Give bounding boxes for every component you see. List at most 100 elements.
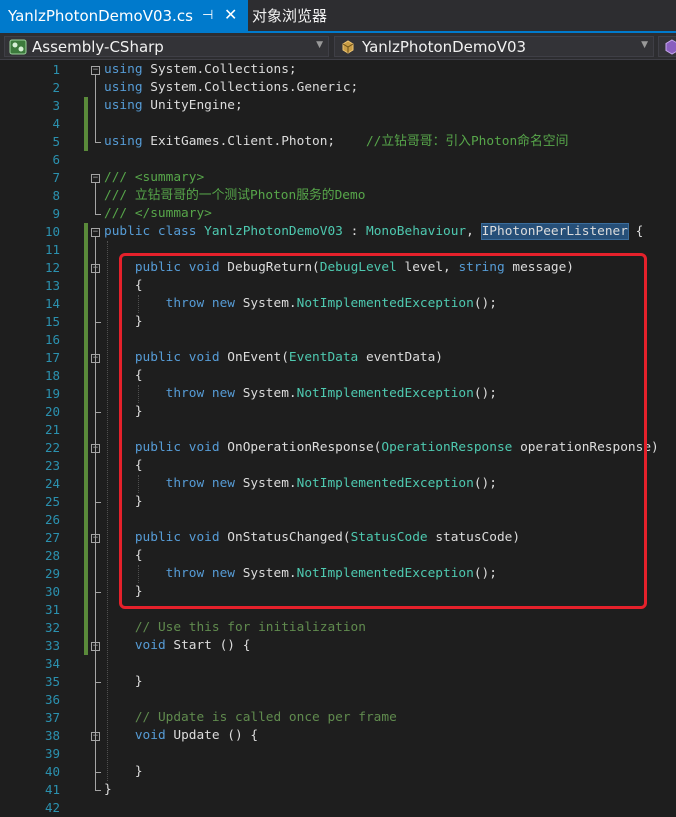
code-line[interactable]: 39: [0, 745, 676, 763]
code-line[interactable]: 38 void Update () {: [0, 727, 676, 745]
code-line[interactable]: 37 // Update is called once per frame: [0, 709, 676, 727]
tab-object-browser[interactable]: 对象浏览器: [252, 0, 327, 31]
code-line[interactable]: 8 /// 立钻哥哥的一个测试Photon服务的Demo: [0, 187, 676, 205]
code-text[interactable]: void Start () {: [104, 637, 251, 655]
line-number: 8: [52, 188, 60, 203]
code-text[interactable]: using UnityEngine;: [104, 97, 243, 115]
code-token: UnityEngine;: [142, 98, 243, 113]
line-number: 25: [44, 494, 60, 509]
code-line[interactable]: 10 public class YanlzPhotonDemoV03 : Mono…: [0, 223, 676, 241]
code-line[interactable]: 34: [0, 655, 676, 673]
code-token: using: [104, 80, 143, 95]
code-line[interactable]: 36: [0, 691, 676, 709]
code-line[interactable]: 1 using System.Collections;: [0, 61, 676, 79]
line-number: 21: [44, 422, 60, 437]
line-number: 32: [44, 620, 60, 635]
code-text[interactable]: }: [104, 763, 143, 781]
outline-bracket: [95, 363, 96, 412]
code-text[interactable]: void Update () {: [104, 727, 258, 745]
code-editor[interactable]: 1 using System.Collections; 2 using System.…: [0, 60, 676, 815]
collapse-toggle-icon[interactable]: −: [91, 66, 100, 75]
change-indicator: [84, 241, 88, 259]
tab-yanlzphotondemov03-cs[interactable]: YanlzPhotonDemoV03.cs ⊣ ✕: [0, 0, 248, 31]
code-token: // Use this for initialization: [134, 620, 366, 635]
code-line[interactable]: 7 /// <summary>: [0, 169, 676, 187]
code-line[interactable]: 2 using System.Collections.Generic;: [0, 79, 676, 97]
code-token: }: [104, 782, 112, 797]
code-text[interactable]: /// 立钻哥哥的一个测试Photon服务的Demo: [104, 187, 365, 205]
code-text[interactable]: using System.Collections;: [104, 61, 297, 79]
collapse-toggle-icon[interactable]: −: [91, 174, 100, 183]
code-line[interactable]: 40 }: [0, 763, 676, 781]
indent-guide: [107, 241, 108, 781]
line-number: 10: [44, 224, 60, 239]
outline-bracket-end: [95, 322, 101, 323]
outline-bracket-end: [95, 502, 101, 503]
code-line[interactable]: 4: [0, 115, 676, 133]
line-number: 7: [52, 170, 60, 185]
code-token: void: [134, 728, 166, 743]
change-indicator: [84, 637, 88, 655]
code-line[interactable]: 6: [0, 151, 676, 169]
code-text[interactable]: using ExitGames.Client.Photon; //立钻哥哥：引入…: [104, 133, 568, 151]
code-text[interactable]: /// </summary>: [104, 205, 212, 223]
code-text[interactable]: public class YanlzPhotonDemoV03 : MonoBe…: [104, 223, 643, 241]
chevron-down-icon[interactable]: ▼: [316, 40, 323, 50]
code-line[interactable]: 35 }: [0, 673, 676, 691]
line-number: 13: [44, 278, 60, 293]
code-line[interactable]: 9 /// </summary>: [0, 205, 676, 223]
code-line[interactable]: 33 void Start () {: [0, 637, 676, 655]
change-indicator: [84, 421, 88, 439]
line-number: 27: [44, 530, 60, 545]
change-indicator: [84, 367, 88, 385]
code-line[interactable]: 5 using ExitGames.Client.Photon; //立钻哥哥：引…: [0, 133, 676, 151]
code-line[interactable]: 32 // Use this for initialization: [0, 619, 676, 637]
outline-bracket: [95, 183, 96, 214]
member-dropdown[interactable]: [658, 36, 676, 57]
class-dropdown[interactable]: YanlzPhotonDemoV03 ▼: [334, 36, 654, 57]
line-number: 15: [44, 314, 60, 329]
line-number: 4: [52, 116, 60, 131]
line-number: 40: [44, 764, 60, 779]
code-text[interactable]: }: [104, 781, 112, 799]
code-token: /// <summary>: [104, 170, 205, 185]
chevron-down-icon[interactable]: ▼: [641, 40, 648, 50]
change-indicator: [84, 97, 88, 115]
code-line[interactable]: 3 using UnityEngine;: [0, 97, 676, 115]
collapse-toggle-icon[interactable]: −: [91, 228, 100, 237]
code-token: IPhotonPeerListener: [480, 223, 629, 240]
code-line[interactable]: 41}: [0, 781, 676, 799]
line-number: 28: [44, 548, 60, 563]
code-text[interactable]: // Update is called once per frame: [104, 709, 397, 727]
line-number: 35: [44, 674, 60, 689]
code-token: ,: [466, 224, 482, 239]
outline-bracket-end: [95, 142, 101, 143]
outline-bracket: [95, 651, 96, 682]
code-text[interactable]: using System.Collections.Generic;: [104, 79, 358, 97]
code-line[interactable]: 42: [0, 799, 676, 817]
code-text[interactable]: // Use this for initialization: [104, 619, 366, 637]
line-number: 11: [44, 242, 60, 257]
project-dropdown[interactable]: Assembly-CSharp ▼: [4, 36, 329, 57]
line-number: 36: [44, 692, 60, 707]
document-tab-bar: YanlzPhotonDemoV03.cs ⊣ ✕ 对象浏览器: [0, 0, 676, 33]
outline-bracket: [95, 453, 96, 502]
line-number: 18: [44, 368, 60, 383]
method-icon: [662, 38, 676, 55]
code-text[interactable]: /// <summary>: [104, 169, 204, 187]
code-token: :: [342, 224, 366, 239]
change-indicator: [84, 115, 88, 133]
navigation-bar: Assembly-CSharp ▼ YanlzPhotonDemoV03 ▼: [0, 33, 676, 60]
class-icon: [338, 38, 358, 55]
csharp-project-icon: [8, 38, 28, 55]
project-name: Assembly-CSharp: [32, 37, 164, 56]
code-token: /// </summary>: [104, 206, 212, 221]
close-icon[interactable]: ✕: [224, 5, 237, 24]
line-number: 20: [44, 404, 60, 419]
code-text[interactable]: }: [104, 673, 143, 691]
line-number: 38: [44, 728, 60, 743]
pin-icon[interactable]: ⊣: [202, 8, 213, 23]
